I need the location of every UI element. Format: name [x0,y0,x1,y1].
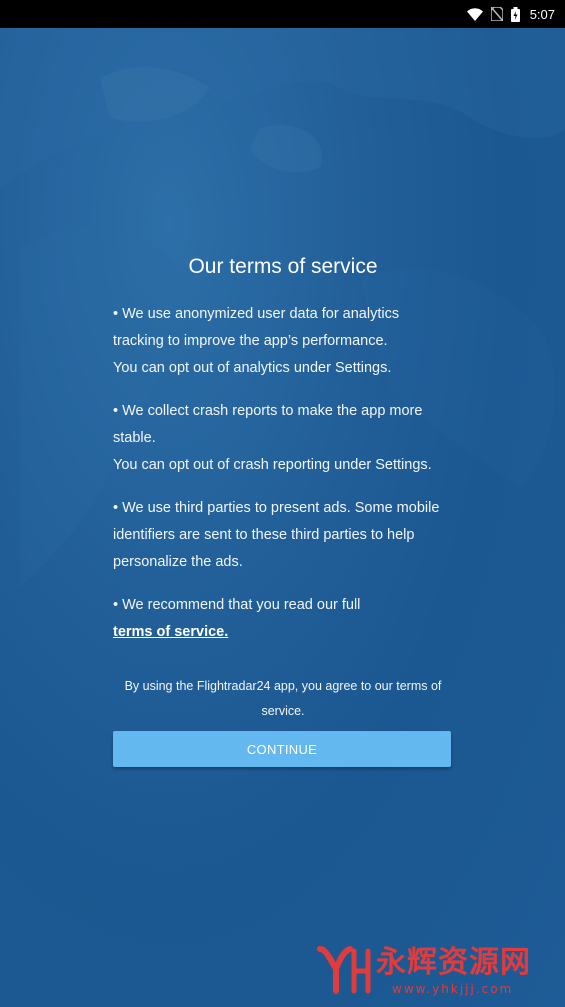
terms-paragraph-ads: • We use third parties to present ads. S… [113,495,453,576]
terms-of-service-link[interactable]: terms of service. [113,619,228,646]
terms-paragraph-read-full: • We recommend that you read our full te… [113,592,453,646]
watermark-logo-icon [317,946,371,994]
continue-button[interactable]: CONTINUE [113,731,451,767]
terms-paragraph-crash-reports: • We collect crash reports to make the a… [113,398,453,479]
terms-panel: Our terms of service • We use anonymized… [113,255,453,767]
paragraph-line: • We recommend that you read our full [113,597,361,613]
paragraph-line: stable. [113,430,156,446]
paragraph-line: tracking to improve the app’s performanc… [113,333,388,349]
agreement-line: service. [261,704,305,718]
paragraph-line: personalize the ads. [113,554,243,570]
wifi-icon [466,7,483,21]
paragraph-line: • We collect crash reports to make the a… [113,403,423,419]
paragraph-line: • We use anonymized user data for analyt… [113,306,400,322]
watermark: 永辉资源网 www.yhkjjj.com [316,945,556,1003]
paragraph-line: You can opt out of analytics under Setti… [113,360,392,376]
status-time: 5:07 [529,6,555,22]
agreement-line: By using the Flightradar24 app, you agre… [124,679,442,693]
paragraph-line: identifiers are sent to these third part… [113,527,415,543]
battery-charging-icon [510,6,520,22]
watermark-url: www.yhkjjj.com [392,982,514,996]
terms-title: Our terms of service [188,255,378,278]
paragraph-line: You can opt out of crash reporting under… [113,457,432,473]
status-bar: 5:07 [0,0,565,28]
no-sim-icon [490,7,503,21]
agreement-text: By using the Flightradar24 app, you agre… [113,674,453,724]
terms-paragraph-analytics: • We use anonymized user data for analyt… [113,301,453,382]
watermark-title: 永辉资源网 [376,945,531,980]
watermark-text-block: 永辉资源网 www.yhkjjj.com [376,945,531,997]
paragraph-line: • We use third parties to present ads. S… [113,500,440,516]
